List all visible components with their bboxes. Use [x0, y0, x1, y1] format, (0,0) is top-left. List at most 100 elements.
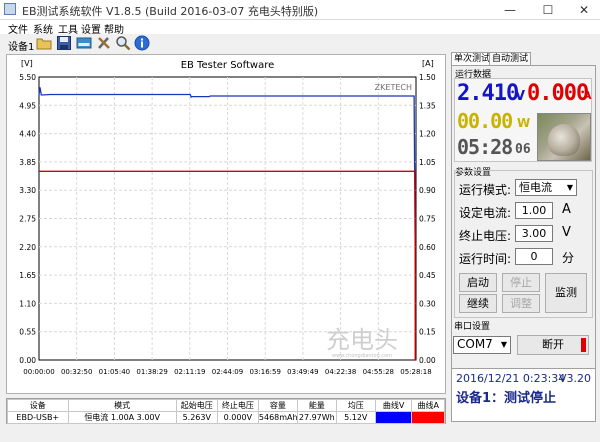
com-port-select[interactable]: COM7 ▼ [453, 336, 511, 354]
search-icon[interactable] [115, 35, 131, 51]
y-tick-left: 2.75 [19, 215, 36, 224]
x-tick: 04:55:28 [363, 368, 394, 376]
y-tick-left: 1.65 [19, 271, 36, 280]
x-tick: 04:22:38 [325, 368, 356, 376]
left-axis-unit: [V] [21, 59, 33, 68]
cell-device: EBD-USB+ [7, 411, 69, 424]
watermark-logo: 充电头 [326, 326, 398, 354]
serial-port-group: 串口设置 COM7 ▼ 断开 [451, 318, 596, 364]
header-avg-voltage: 均压 [335, 399, 376, 412]
maximize-button[interactable]: ☐ [530, 0, 566, 20]
window-title: EB测试系统软件 V1.8.5 (Build 2016-03-07 充电头特别版… [22, 5, 319, 18]
y-tick-right: 0.15 [419, 328, 436, 337]
table-row[interactable]: EBD-USB+ 恒电流 1.00A 3.00V 5.263V 0.000V 5… [7, 411, 445, 424]
monitor-button[interactable]: 监测 [545, 273, 587, 313]
toolbar: 设备1 [0, 34, 448, 53]
stop-button[interactable]: 停止 [502, 273, 540, 292]
chevron-down-icon: ▼ [500, 340, 507, 349]
chart-title: EB Tester Software [181, 60, 275, 71]
cell-start-voltage: 5.263V [175, 411, 218, 424]
y-tick-left: 3.85 [19, 158, 36, 167]
cell-energy: 27.97Wh [296, 411, 337, 424]
status-version: V3.20 [558, 372, 591, 385]
cell-capacity: 5468mAh [257, 411, 298, 424]
title-bar: EB测试系统软件 V1.8.5 (Build 2016-03-07 充电头特别版… [0, 0, 600, 20]
y-tick-left: 4.40 [19, 130, 36, 139]
y-tick-right: 0.45 [419, 271, 436, 280]
y-tick-left: 5.50 [19, 73, 36, 82]
power-unit: W [517, 116, 531, 130]
y-tick-left: 1.10 [19, 299, 36, 308]
y-tick-right: 1.50 [419, 73, 436, 82]
y-tick-right: 1.20 [419, 130, 436, 139]
tab-single-test[interactable]: 单次测试 [451, 52, 494, 65]
x-tick: 02:11:19 [174, 368, 205, 376]
params-group: 运行模式: 恒电流 ▼ 设定电流: 1.00 A 终止电压: 3.00 V 运行… [454, 170, 593, 318]
header-start-voltage: 起始电压 [175, 399, 218, 412]
header-device: 设备 [7, 399, 69, 412]
cutoff-voltage-input[interactable]: 3.00 [515, 225, 553, 242]
run-time-unit: 分 [562, 251, 575, 265]
adjust-button[interactable]: 调整 [502, 294, 540, 313]
mode-select[interactable]: 恒电流 ▼ [515, 179, 577, 196]
summary-table: 设备 模式 起始电压 终止电压 容量 能量 均压 曲线V 曲线A EBD-USB… [6, 398, 446, 424]
cat-photo [537, 113, 591, 161]
power-readout: 00.00 [457, 109, 513, 133]
header-mode: 模式 [67, 399, 177, 412]
header-curve-a: 曲线A [411, 399, 445, 412]
cutoff-voltage-unit: V [562, 225, 571, 240]
chart-panel: 5.50 1.50 4.95 1.35 4.40 1.20 3.85 1.05 3.30 0.90… [6, 54, 446, 394]
watermark-text: ZKETECH [375, 83, 412, 92]
minimize-button[interactable]: — [492, 0, 528, 20]
app-icon [4, 3, 16, 15]
table-header-row: 设备 模式 起始电压 终止电压 容量 能量 均压 曲线V 曲线A [7, 399, 445, 412]
header-curve-v: 曲线V [374, 399, 413, 412]
device-label: 设备1 [8, 42, 35, 53]
watermark-url: www.chongdiantou.com [332, 353, 392, 359]
status-panel: 2016/12/21 0:23:34 V3.20 设备1：测试停止 [451, 368, 596, 422]
header-energy: 能量 [296, 399, 337, 412]
serial-title: 串口设置 [454, 322, 491, 332]
mode-label: 运行模式: [459, 183, 512, 197]
cell-avg-voltage: 5.12V [335, 411, 376, 424]
x-tick: 03:49:49 [287, 368, 318, 376]
x-tick: 00:00:00 [23, 368, 54, 376]
disconnect-button[interactable]: 断开 [517, 335, 589, 355]
cutoff-voltage-label: 终止电压: [459, 229, 512, 243]
tools-icon[interactable] [96, 35, 112, 51]
tab-auto-test[interactable]: 自动测试 [489, 52, 532, 65]
header-end-voltage: 终止电压 [216, 399, 259, 412]
info-icon[interactable] [134, 35, 150, 51]
current-readout: 0.000 [527, 81, 589, 106]
y-tick-left: 2.20 [19, 243, 36, 252]
run-data-display: 2.410 V 0.000 A 00.00 W 05:28 06 [454, 78, 592, 162]
screen-icon[interactable] [76, 35, 92, 51]
close-button[interactable]: ✕ [566, 0, 600, 20]
connection-indicator [581, 338, 586, 352]
voltage-current-chart: 5.50 1.50 4.95 1.35 4.40 1.20 3.85 1.05 3.30 0.90… [19, 59, 436, 376]
y-tick-left: 4.95 [19, 101, 36, 110]
set-current-input[interactable]: 1.00 [515, 202, 553, 219]
curve-v-color-swatch[interactable] [374, 411, 413, 424]
open-folder-icon[interactable] [36, 35, 52, 51]
voltage-readout: 2.410 [457, 81, 519, 106]
y-tick-left: 0.00 [19, 356, 36, 365]
curve-a-color-swatch[interactable] [411, 411, 445, 424]
save-icon[interactable] [56, 35, 72, 51]
cell-mode: 恒电流 1.00A 3.00V [67, 411, 177, 424]
x-tick: 05:28:18 [400, 368, 431, 376]
elapsed-seconds-readout: 06 [515, 142, 531, 157]
chevron-down-icon: ▼ [566, 183, 573, 192]
x-tick: 03:16:59 [249, 368, 280, 376]
header-capacity: 容量 [257, 399, 298, 412]
start-button[interactable]: 启动 [459, 273, 497, 292]
run-time-input[interactable]: 0 [515, 248, 553, 265]
continue-button[interactable]: 继续 [459, 294, 497, 313]
cell-end-voltage: 0.000V [216, 411, 259, 424]
status-datetime: 2016/12/21 0:23:34 [456, 372, 566, 385]
status-message: 设备1：测试停止 [456, 391, 557, 406]
y-tick-right: 1.35 [419, 101, 436, 110]
x-tick: 02:44:09 [212, 368, 243, 376]
y-tick-right: 0.60 [419, 243, 436, 252]
x-tick: 00:32:50 [61, 368, 92, 376]
